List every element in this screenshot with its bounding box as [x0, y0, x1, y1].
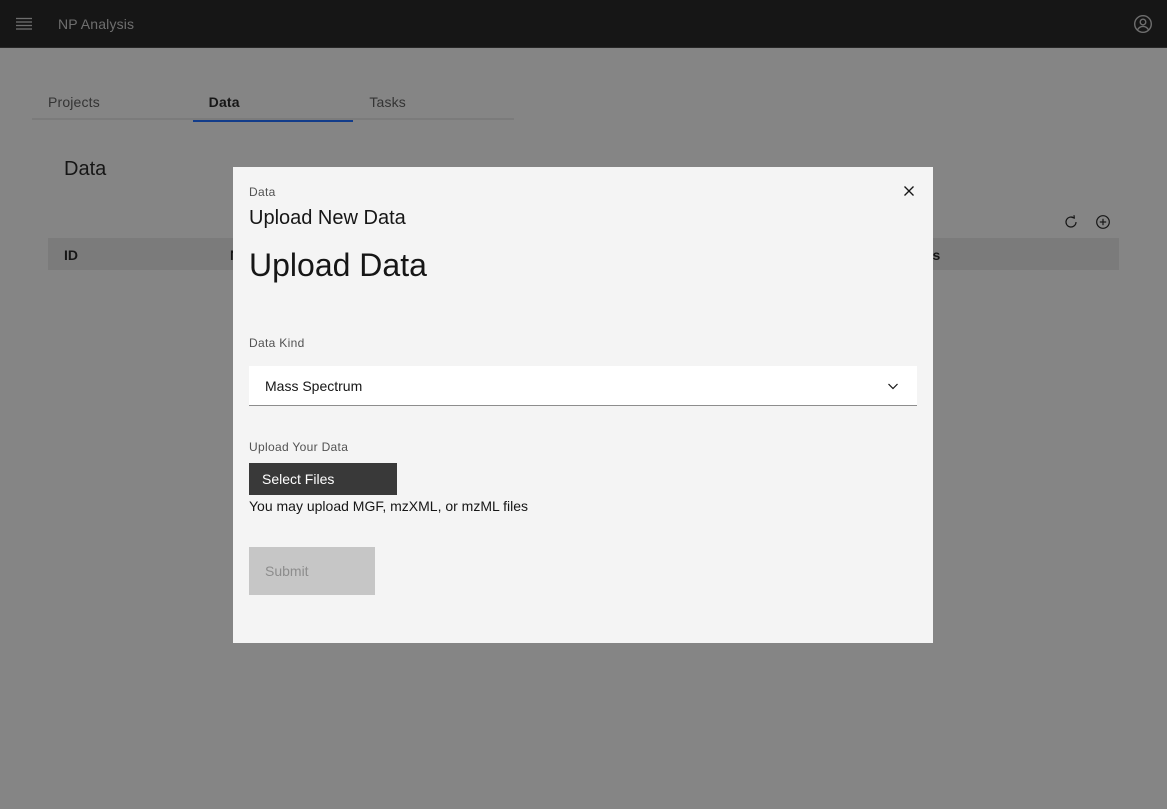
- upload-helper-text: You may upload MGF, mzXML, or mzML files: [249, 498, 529, 514]
- close-icon[interactable]: [893, 175, 925, 207]
- data-kind-select[interactable]: Mass Spectrum: [249, 366, 917, 406]
- chevron-down-icon: [888, 383, 898, 390]
- upload-modal: Data Upload New Data Upload Data Data Ki…: [233, 167, 933, 643]
- modal-heading: Upload New Data: [249, 207, 406, 229]
- form-title: Upload Data: [249, 247, 427, 283]
- select-files-button[interactable]: Select Files: [249, 463, 397, 495]
- data-kind-value: Mass Spectrum: [265, 377, 363, 394]
- modal-label: Data: [249, 185, 276, 199]
- submit-button[interactable]: Submit: [249, 547, 375, 595]
- data-kind-label: Data Kind: [249, 336, 305, 350]
- upload-label: Upload Your Data: [249, 440, 349, 454]
